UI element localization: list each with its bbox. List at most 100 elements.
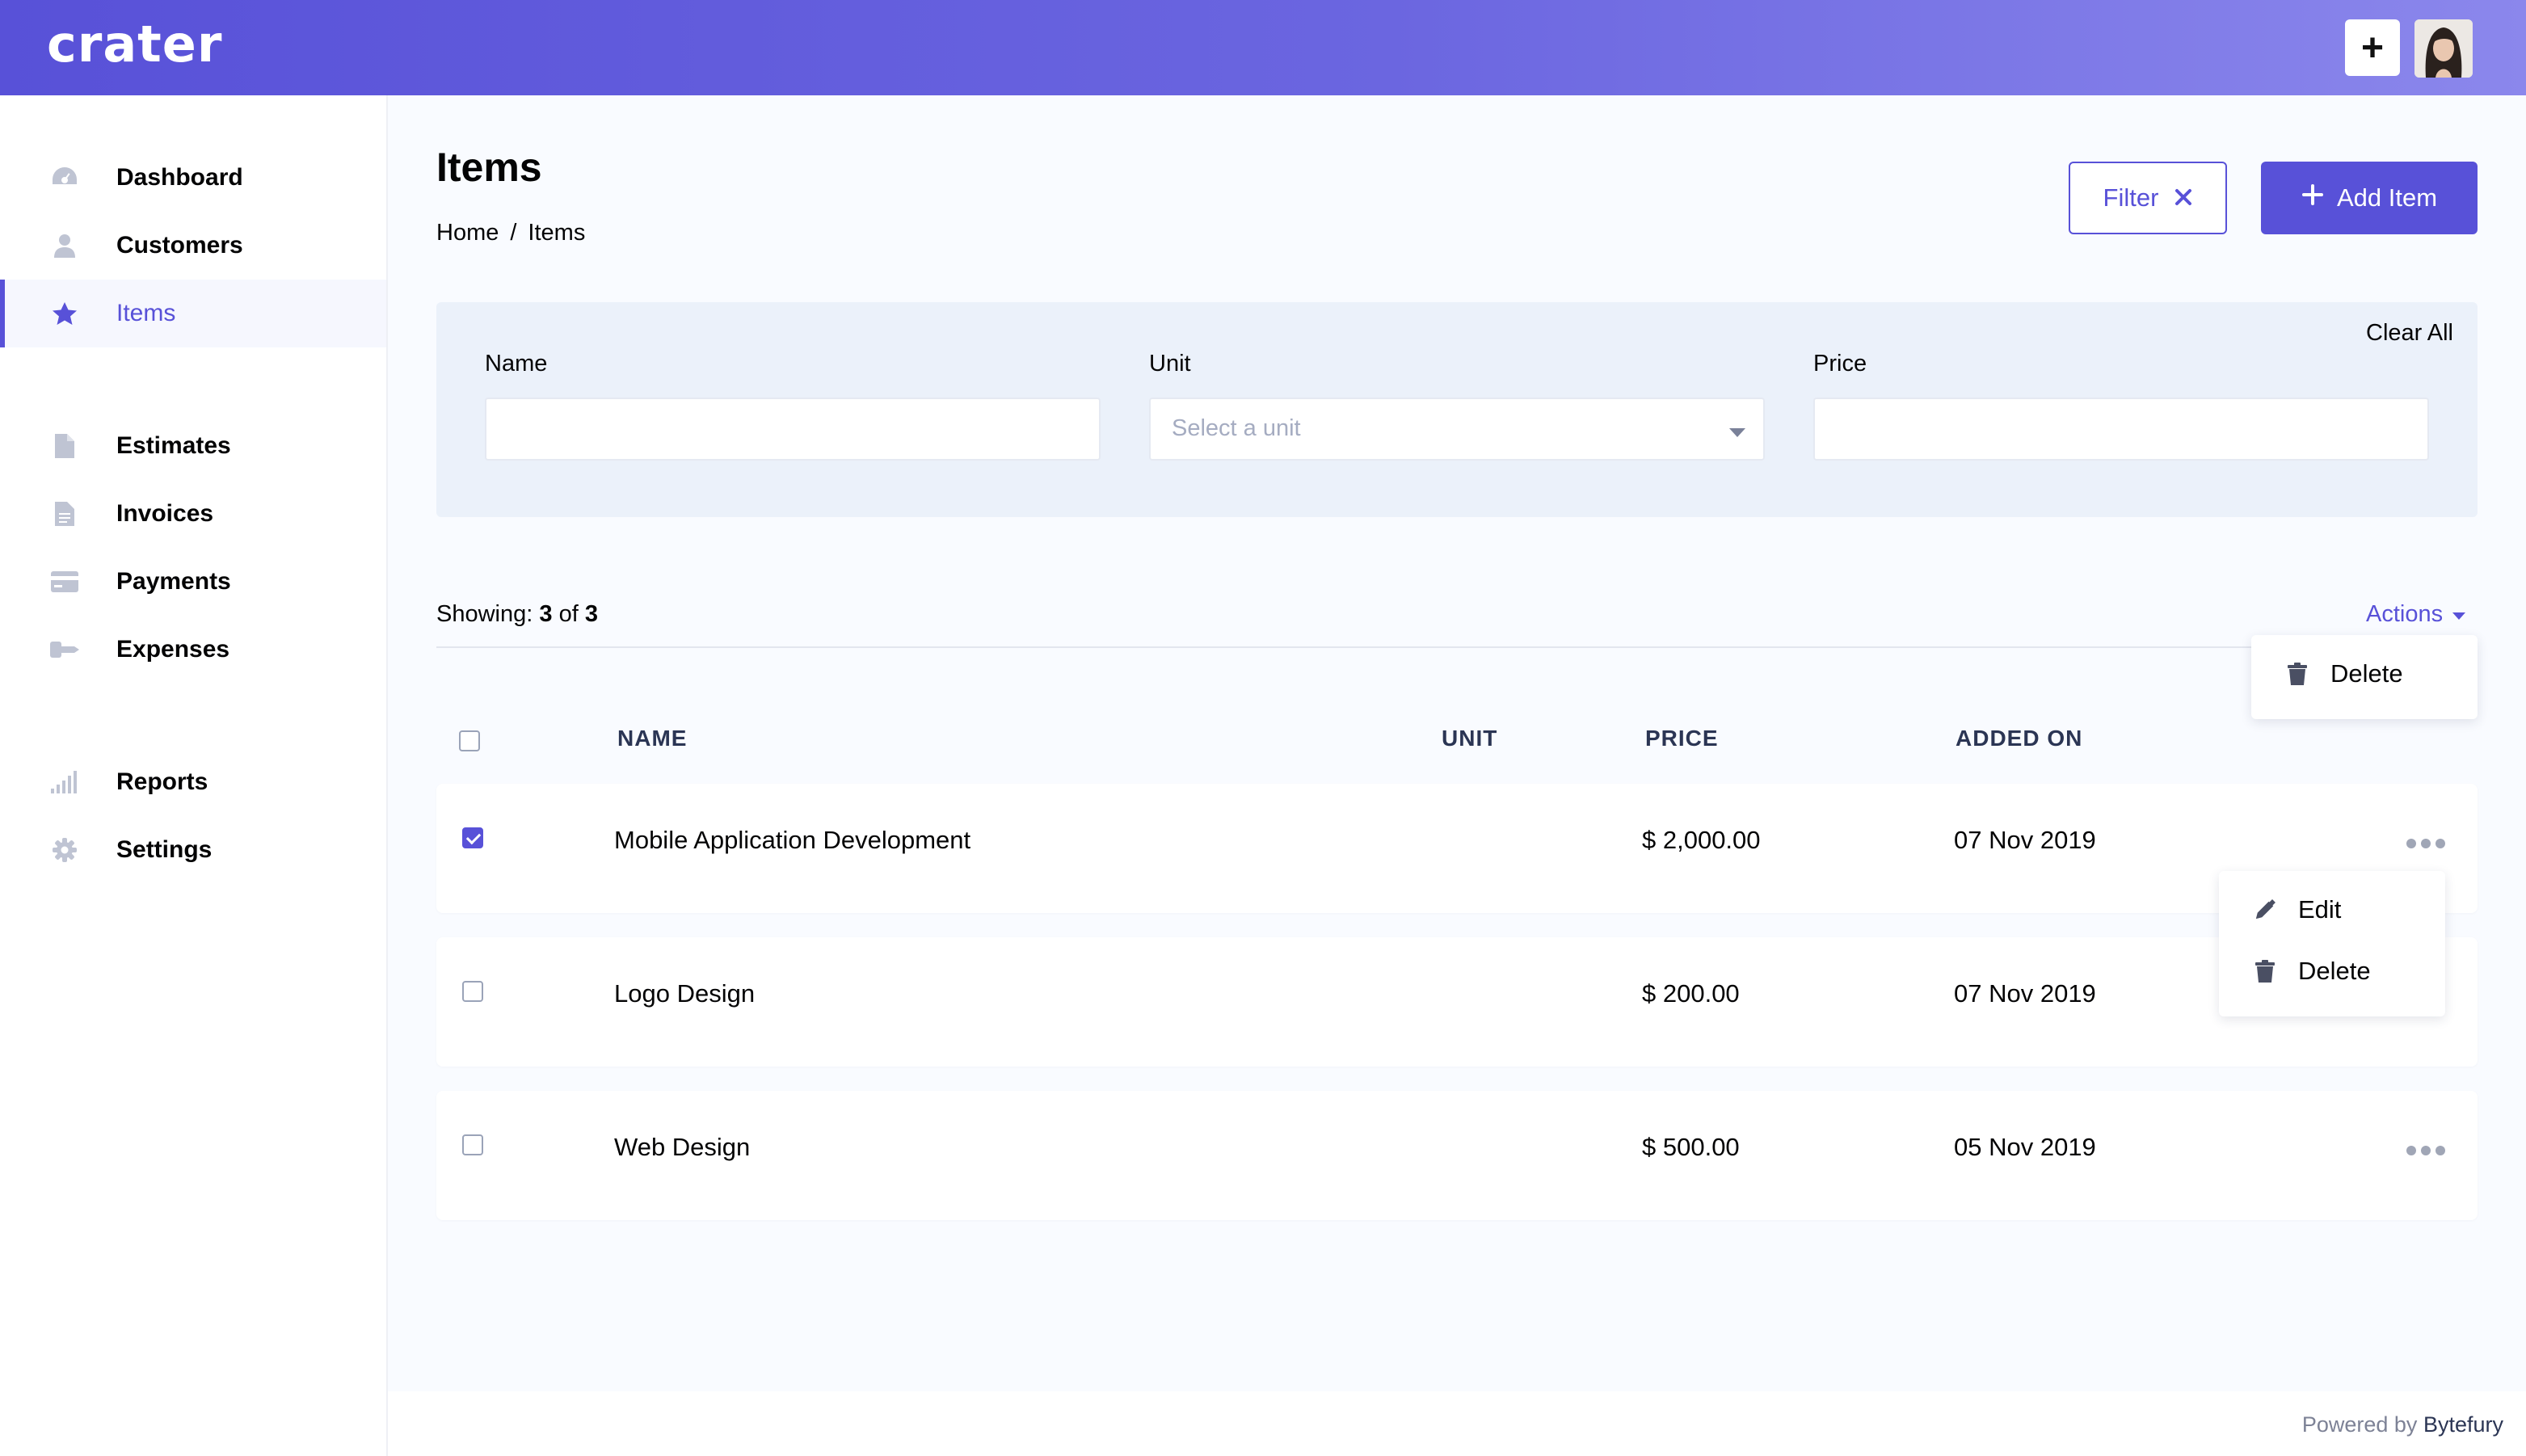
trash-icon [2254, 960, 2276, 983]
footer: Powered by Bytefury [388, 1391, 2526, 1456]
bulk-delete-menu-item[interactable]: Delete [2287, 659, 2403, 688]
table-row[interactable]: Logo Design $ 200.00 07 Nov 2019 [436, 937, 2478, 1067]
column-header-name[interactable]: NAME [617, 726, 687, 751]
top-header: crater + [0, 0, 2526, 95]
delete-label: Delete [2298, 957, 2371, 985]
chevron-down-icon [2452, 612, 2466, 620]
sidebar-item-payments[interactable]: Payments [0, 548, 386, 616]
page-title: Items [436, 145, 542, 190]
avatar[interactable] [2414, 19, 2473, 78]
sidebar-item-label: Invoices [116, 500, 214, 527]
sidebar-item-estimates[interactable]: Estimates [0, 412, 386, 480]
sidebar-item-invoices[interactable]: Invoices [0, 480, 386, 548]
sidebar-item-label: Reports [116, 768, 208, 795]
name-filter-label: Name [485, 351, 548, 377]
showing-prefix: Showing: [436, 601, 533, 627]
bulk-delete-label: Delete [2330, 659, 2403, 688]
item-price: $ 200.00 [1642, 979, 1740, 1008]
credit-card-icon [50, 567, 79, 596]
row-checkbox[interactable] [462, 827, 483, 848]
avatar-image [2414, 19, 2473, 78]
footer-text: Powered by Bytefury [2302, 1412, 2503, 1437]
row-checkbox[interactable] [462, 981, 483, 1002]
price-filter-label: Price [1813, 351, 1867, 377]
footer-brand-link[interactable]: Bytefury [2423, 1412, 2503, 1437]
column-header-price[interactable]: PRICE [1645, 726, 1719, 751]
item-name[interactable]: Mobile Application Development [614, 826, 970, 855]
sidebar-item-label: Estimates [116, 432, 231, 459]
sidebar-item-label: Settings [116, 836, 213, 863]
dashboard-icon [50, 163, 79, 192]
breadcrumb-current: Items [528, 220, 586, 246]
select-all-checkbox[interactable] [459, 730, 480, 751]
edit-label: Edit [2298, 895, 2342, 924]
sidebar-item-label: Dashboard [116, 164, 243, 191]
showing-of: of [558, 601, 579, 627]
gear-icon [50, 835, 79, 865]
close-icon [2174, 183, 2192, 213]
item-name[interactable]: Logo Design [614, 979, 755, 1008]
divider [436, 646, 2478, 648]
breadcrumb-home[interactable]: Home [436, 220, 499, 246]
price-filter-input[interactable] [1813, 398, 2429, 461]
sidebar-item-label: Customers [116, 232, 243, 259]
key-icon [50, 635, 79, 664]
unit-select[interactable]: Select a unit [1149, 398, 1765, 461]
sidebar-item-expenses[interactable]: Expenses [0, 616, 386, 684]
more-options-icon[interactable] [2406, 839, 2445, 848]
unit-filter-label: Unit [1149, 351, 1191, 377]
filter-button-label: Filter [2103, 183, 2159, 212]
sidebar-item-settings[interactable]: Settings [0, 816, 386, 884]
sidebar-item-label: Items [116, 300, 176, 326]
actions-dropdown-toggle[interactable]: Actions [2366, 601, 2466, 628]
sidebar: Dashboard Customers Items Estimates Invo… [0, 95, 388, 1456]
crater-logo[interactable]: crater [47, 15, 222, 74]
item-added-on: 07 Nov 2019 [1954, 979, 2096, 1008]
document-icon [50, 431, 79, 461]
add-item-button[interactable]: Add Item [2261, 162, 2478, 234]
column-header-added-on[interactable]: ADDED ON [1956, 726, 2082, 751]
sidebar-item-customers[interactable]: Customers [0, 212, 386, 280]
actions-label: Actions [2366, 601, 2444, 627]
unit-select-placeholder: Select a unit [1172, 415, 1301, 441]
column-header-unit[interactable]: UNIT [1442, 726, 1497, 751]
filter-button[interactable]: Filter [2069, 162, 2227, 234]
quick-add-button[interactable]: + [2345, 19, 2400, 76]
row-checkbox[interactable] [462, 1134, 483, 1155]
sidebar-item-items[interactable]: Items [0, 280, 386, 347]
file-text-icon [50, 499, 79, 528]
sidebar-item-label: Expenses [116, 636, 230, 663]
showing-total: 3 [584, 601, 598, 627]
signal-icon [50, 768, 79, 797]
sidebar-item-dashboard[interactable]: Dashboard [0, 144, 386, 212]
sidebar-item-reports[interactable]: Reports [0, 748, 386, 816]
more-options-icon[interactable] [2406, 1146, 2445, 1155]
pencil-icon [2254, 898, 2276, 921]
plus-icon [2301, 183, 2324, 213]
table-row[interactable]: Web Design $ 500.00 05 Nov 2019 [436, 1091, 2478, 1220]
powered-by-text: Powered by [2301, 1412, 2418, 1437]
user-icon [50, 231, 79, 260]
chevron-down-icon [1729, 428, 1745, 437]
delete-menu-item[interactable]: Delete [2254, 957, 2371, 986]
showing-current: 3 [539, 601, 553, 627]
showing-count: Showing: 3 of 3 [436, 601, 598, 628]
trash-icon [2287, 663, 2308, 685]
row-actions-menu: Edit Delete [2219, 871, 2445, 1016]
item-name[interactable]: Web Design [614, 1133, 750, 1162]
add-item-button-label: Add Item [2336, 183, 2438, 212]
clear-all-link[interactable]: Clear All [2366, 320, 2453, 347]
name-filter-input[interactable] [485, 398, 1101, 461]
item-price: $ 500.00 [1642, 1133, 1740, 1161]
star-icon [50, 299, 79, 328]
filter-panel: Clear All Name Unit Select a unit Price [436, 302, 2478, 517]
breadcrumb: Home / Items [436, 220, 585, 246]
edit-menu-item[interactable]: Edit [2254, 895, 2341, 924]
item-price: $ 2,000.00 [1642, 826, 1761, 854]
item-added-on: 07 Nov 2019 [1954, 826, 2096, 854]
bulk-actions-menu: Delete [2251, 635, 2478, 719]
item-added-on: 05 Nov 2019 [1954, 1133, 2096, 1161]
table-row[interactable]: Mobile Application Development $ 2,000.0… [436, 784, 2478, 913]
sidebar-item-label: Payments [116, 568, 231, 595]
breadcrumb-separator: / [510, 220, 517, 246]
